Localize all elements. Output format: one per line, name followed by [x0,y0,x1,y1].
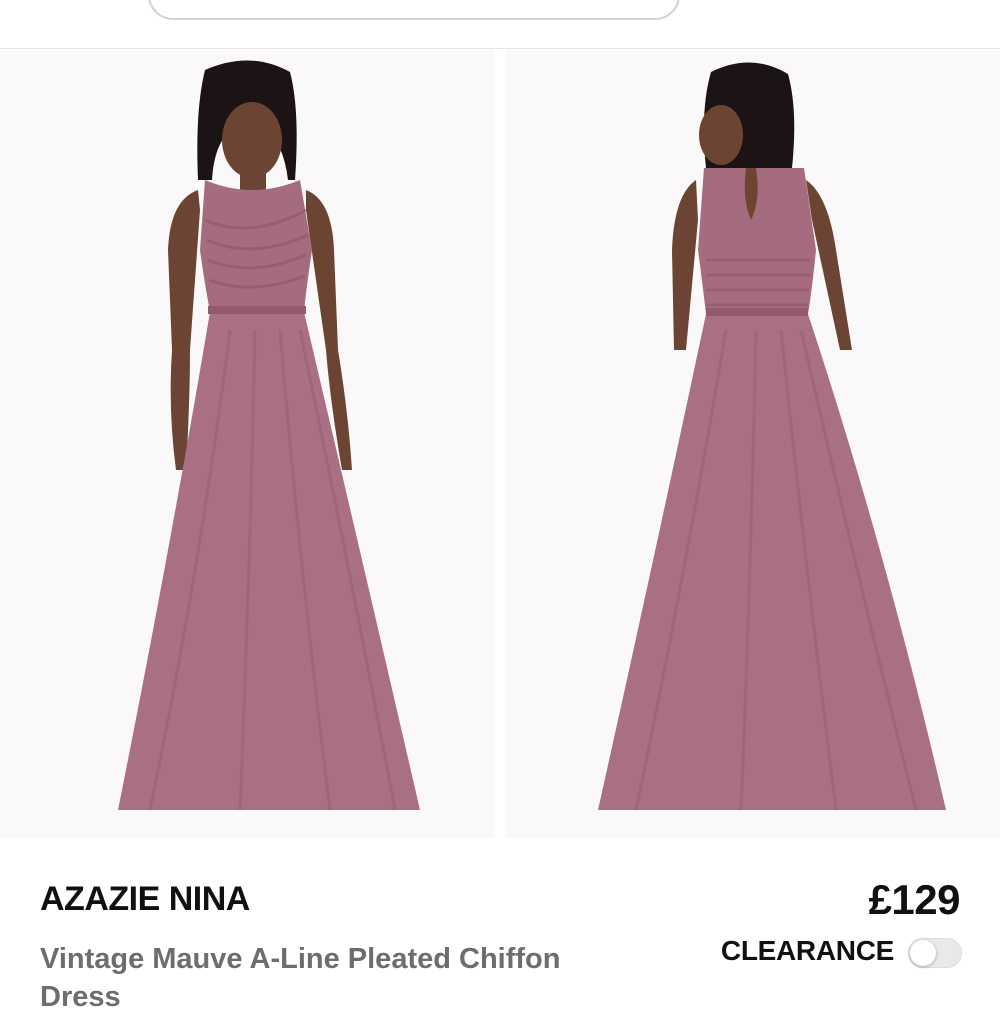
dress-front-illustration [0,50,494,838]
product-brand-title: AZAZIE NINA [40,880,250,918]
dress-back-illustration [506,50,1000,838]
product-description[interactable]: Vintage Mauve A-Line Pleated Chiffon Dre… [40,940,640,1016]
toggle-knob [910,940,936,966]
product-image-back[interactable] [506,50,1000,838]
search-input[interactable] [148,0,680,20]
clearance-toggle-icon[interactable] [908,938,962,968]
product-image-front[interactable] [0,50,494,838]
clearance-label: CLEARANCE [720,935,894,966]
product-price: £129 [868,876,961,923]
top-bar [0,0,1000,49]
